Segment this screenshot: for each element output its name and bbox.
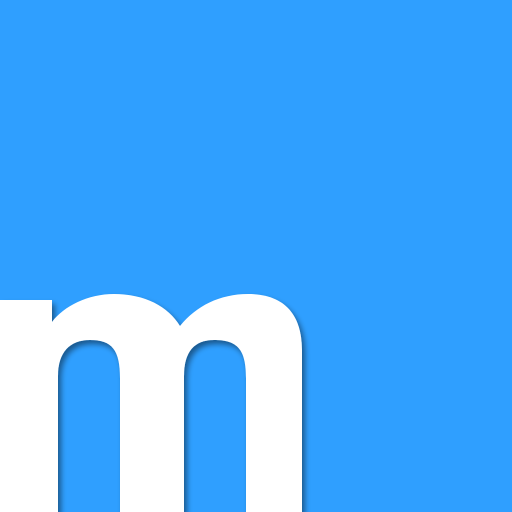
- m-logo-icon: [0, 0, 512, 512]
- app-logo-tile: [0, 0, 512, 512]
- letter-m-shape: [0, 294, 302, 512]
